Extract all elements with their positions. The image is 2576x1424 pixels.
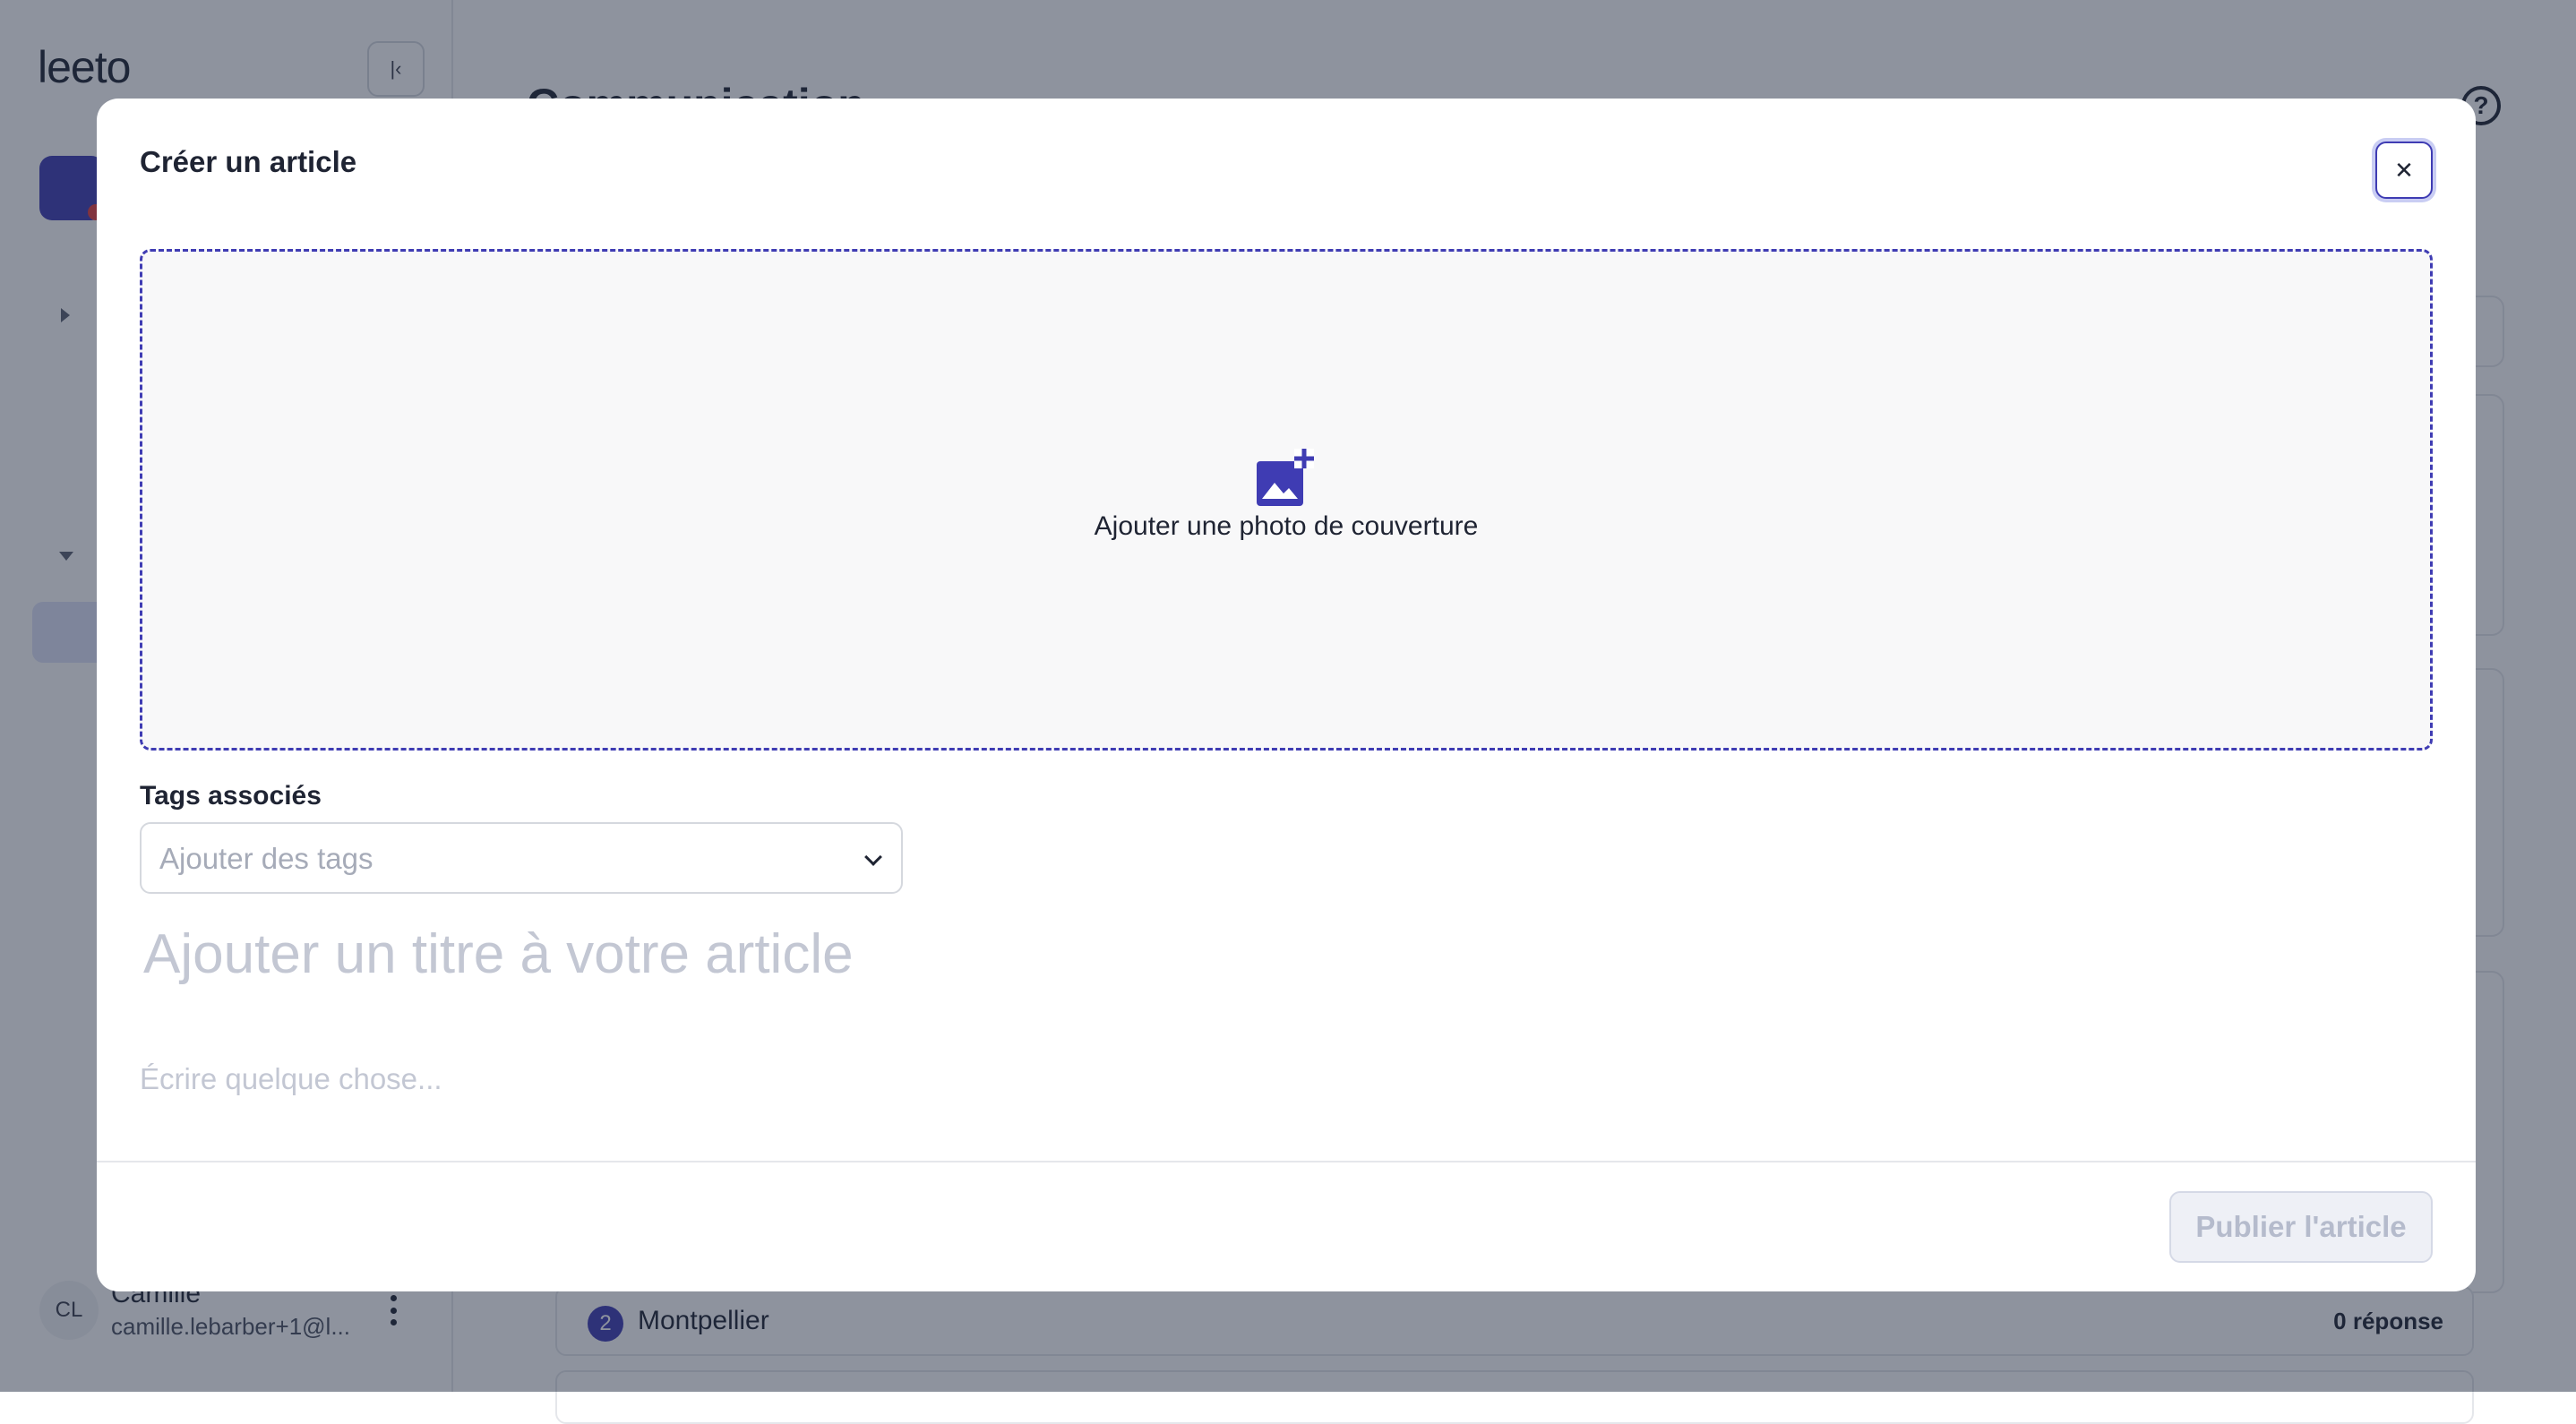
article-body-input[interactable]: Écrire quelque chose... <box>140 1062 442 1096</box>
tags-label: Tags associés <box>140 781 322 811</box>
chevron-down-icon <box>864 848 882 866</box>
add-photo-icon <box>1257 449 1314 506</box>
tags-select[interactable]: Ajouter des tags <box>140 822 903 894</box>
article-title-input[interactable]: Ajouter un titre à votre article <box>143 922 854 986</box>
create-article-modal: Créer un article ✕ Ajouter une photo de … <box>97 99 2476 1291</box>
footer-divider <box>97 1161 2476 1162</box>
cover-photo-label: Ajouter une photo de couverture <box>1094 511 1479 541</box>
modal-title: Créer un article <box>140 145 357 178</box>
close-icon: ✕ <box>2394 156 2414 184</box>
close-button[interactable]: ✕ <box>2375 142 2433 199</box>
cover-photo-dropzone[interactable]: Ajouter une photo de couverture <box>140 249 2433 751</box>
publish-button[interactable]: Publier l'article <box>2169 1191 2433 1263</box>
tags-placeholder: Ajouter des tags <box>159 842 374 875</box>
